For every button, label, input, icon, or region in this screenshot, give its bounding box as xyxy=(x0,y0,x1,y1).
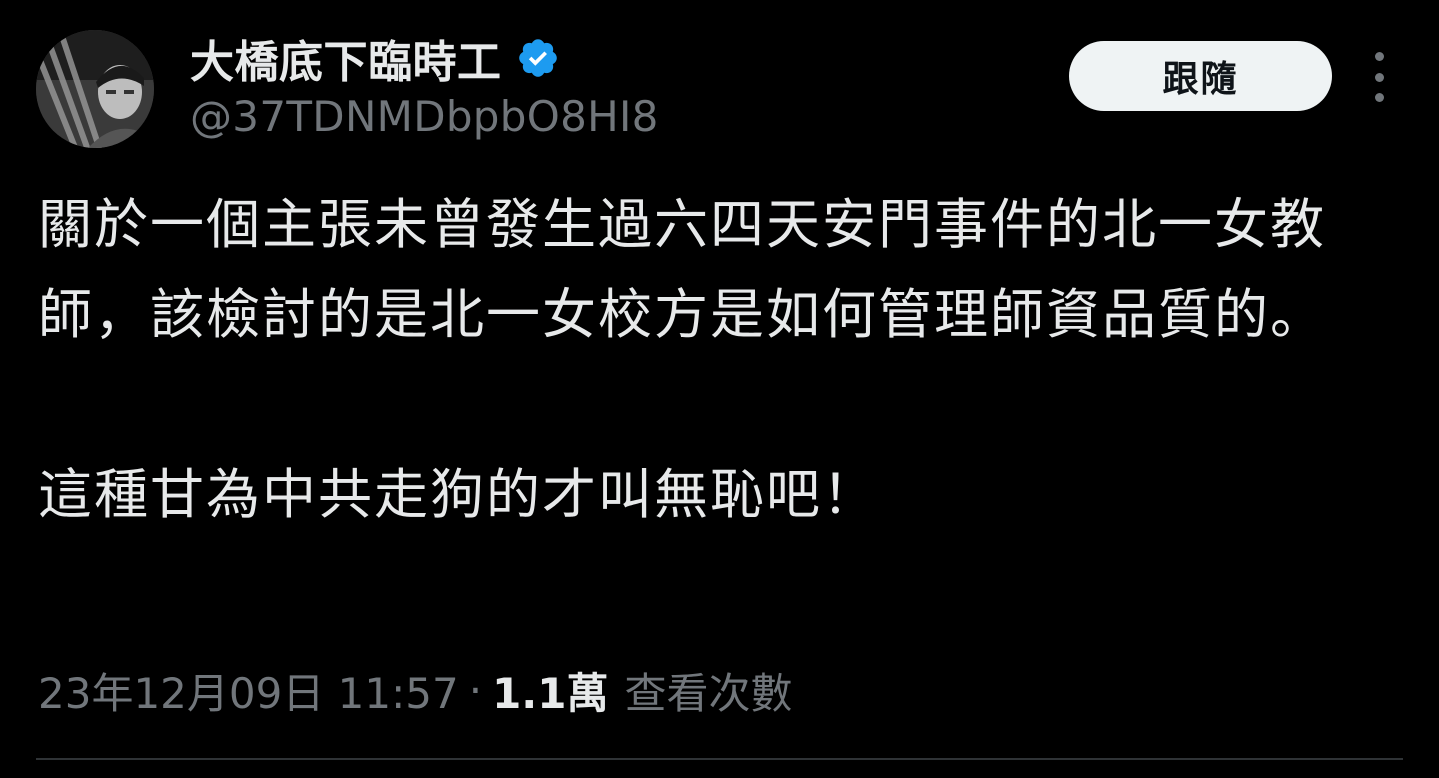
view-count-label: 查看次數 xyxy=(624,668,793,718)
tweet-text: 關於一個主張未曾發生過六四天安門事件的北一女教師，該檢討的是北一女校方是如何管理… xyxy=(38,180,1378,540)
tweet-paragraph: 這種甘為中共走狗的才叫無恥吧！ xyxy=(38,463,878,526)
author-name-row[interactable]: 大橋底下臨時工 xyxy=(190,30,560,88)
tweet-timestamp[interactable]: 23年12月09日 11:57 xyxy=(38,660,459,721)
tweet-meta: 23年12月09日 11:57 · 1.1萬 查看次數 xyxy=(38,660,793,720)
more-dot xyxy=(1374,52,1384,61)
view-count: 1.1萬 xyxy=(492,668,609,718)
verified-badge-icon xyxy=(518,39,557,77)
author-handle[interactable]: @37TDNMDbpbO8HI8 xyxy=(190,92,659,141)
more-dot xyxy=(1374,93,1384,102)
avatar-image xyxy=(36,30,154,148)
tweet-paragraph: 關於一個主張未曾發生過六四天安門事件的北一女教師，該檢討的是北一女校方是如何管理… xyxy=(38,193,1326,346)
meta-separator: · xyxy=(468,665,483,715)
avatar[interactable] xyxy=(36,30,154,148)
divider xyxy=(36,758,1403,760)
author-display-name[interactable]: 大橋底下臨時工 xyxy=(190,26,502,90)
follow-button[interactable]: 跟隨 xyxy=(1069,41,1332,111)
more-dot xyxy=(1374,72,1384,82)
more-vertical-icon[interactable] xyxy=(1366,52,1392,102)
